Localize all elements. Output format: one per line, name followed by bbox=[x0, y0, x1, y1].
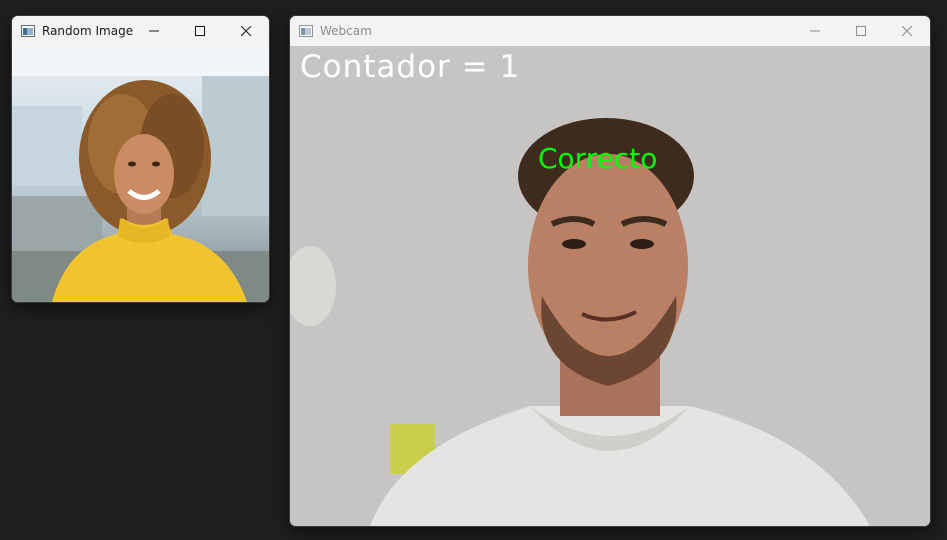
minimize-button[interactable] bbox=[131, 16, 177, 46]
window-title: Webcam bbox=[320, 24, 372, 38]
minimize-icon bbox=[149, 30, 159, 32]
man-portrait-illustration bbox=[290, 46, 930, 526]
webcam-feed: Contador = 1 Correcto bbox=[290, 46, 930, 526]
close-icon bbox=[241, 26, 251, 36]
minimize-button[interactable] bbox=[792, 16, 838, 46]
woman-portrait-illustration bbox=[12, 46, 269, 302]
random-image-content bbox=[12, 46, 269, 302]
minimize-icon bbox=[810, 30, 820, 32]
window-title: Random Image bbox=[42, 24, 134, 38]
random-image-titlebar[interactable]: Random Image bbox=[12, 16, 269, 46]
maximize-icon bbox=[195, 26, 205, 36]
window-controls bbox=[792, 16, 930, 46]
random-face-photo bbox=[12, 46, 269, 302]
close-button[interactable] bbox=[223, 16, 269, 46]
maximize-button[interactable] bbox=[177, 16, 223, 46]
window-controls bbox=[131, 16, 269, 46]
webcam-window[interactable]: Webcam Contador = 1 Correcto bbox=[290, 16, 930, 526]
desktop: Random Image Webcam Contador = 1 Correct… bbox=[0, 0, 947, 540]
counter-overlay: Contador = 1 bbox=[300, 49, 521, 85]
maximize-icon bbox=[856, 26, 866, 36]
random-image-window[interactable]: Random Image bbox=[12, 16, 269, 302]
webcam-titlebar[interactable]: Webcam bbox=[290, 16, 930, 46]
status-overlay: Correcto bbox=[538, 142, 658, 175]
opencv-window-icon bbox=[21, 25, 35, 37]
close-button[interactable] bbox=[884, 16, 930, 46]
close-icon bbox=[902, 26, 912, 36]
webcam-content: Contador = 1 Correcto bbox=[290, 46, 930, 526]
opencv-window-icon bbox=[299, 25, 313, 37]
maximize-button[interactable] bbox=[838, 16, 884, 46]
